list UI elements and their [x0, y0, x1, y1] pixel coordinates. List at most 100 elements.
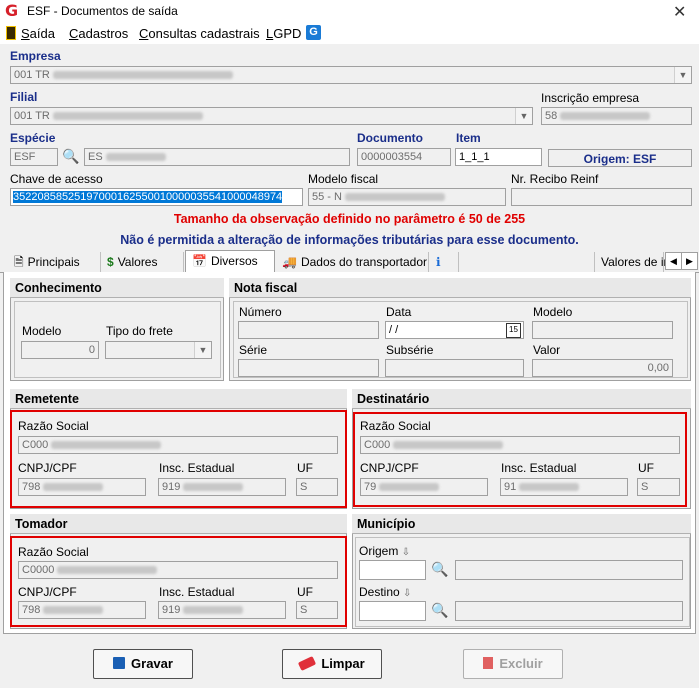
destinatario-uf-label: UF: [638, 461, 654, 475]
modelo-fiscal-label: Modelo fiscal: [308, 172, 379, 186]
trash-icon: [483, 657, 494, 669]
exit-door-icon[interactable]: [6, 26, 16, 40]
tab-dados-transportador[interactable]: 🚚 Dados do transportador: [276, 252, 429, 272]
help-g-icon[interactable]: G: [306, 25, 321, 40]
remetente-cnpj-field: 798: [18, 478, 146, 496]
gravar-button[interactable]: Gravar: [93, 649, 193, 679]
remetente-ie-field: 919: [158, 478, 286, 496]
excluir-button[interactable]: Excluir: [463, 649, 563, 679]
nf-numero-label: Número: [239, 305, 282, 319]
remetente-razao-label: Razão Social: [18, 419, 89, 433]
tab-valores[interactable]: $ Valores: [101, 252, 184, 272]
tab-scroll-right-button[interactable]: ▶: [681, 252, 698, 270]
document-icon: 🗎: [14, 255, 24, 269]
key-icon: ⇩: [403, 588, 412, 599]
remetente-uf-label: UF: [297, 461, 313, 475]
item-label: Item: [456, 131, 481, 145]
menu-saida[interactable]: Saída: [21, 26, 55, 41]
truck-icon: 🚚: [282, 255, 297, 269]
conhecimento-modelo-label: Modelo: [22, 324, 62, 338]
remetente-cnpj-label: CNPJ/CPF: [18, 461, 77, 475]
tipo-frete-combo[interactable]: ▼: [105, 341, 212, 359]
municipio-destino-code-field[interactable]: [359, 601, 426, 621]
app-logo: G: [5, 1, 19, 20]
menu-consultas-cadastrais[interactable]: Consultas cadastrais: [139, 26, 260, 41]
especie-desc-field: ES: [84, 148, 350, 166]
tomador-razao-label: Razão Social: [18, 545, 89, 559]
chevron-down-icon[interactable]: ▼: [674, 67, 691, 83]
documento-label: Documento: [357, 131, 423, 145]
money-icon: $: [107, 255, 114, 269]
destinatario-cnpj-field: 79: [360, 478, 488, 496]
key-icon: ⇩: [401, 547, 411, 558]
conhecimento-modelo-field: 0: [21, 341, 99, 359]
destinatario-ie-label: Insc. Estadual: [501, 461, 577, 475]
item-field[interactable]: 1_1_1: [455, 148, 542, 166]
tomador-ie-field: 919: [158, 601, 286, 619]
save-icon: [113, 657, 126, 669]
recibo-field: [511, 188, 692, 206]
limpar-button[interactable]: Limpar: [282, 649, 382, 679]
destinatario-cnpj-label: CNPJ/CPF: [360, 461, 419, 475]
calendar-icon[interactable]: 15: [506, 323, 521, 338]
modelo-fiscal-field: 55 - N: [308, 188, 506, 206]
close-icon[interactable]: ✕: [673, 2, 686, 22]
tomador-razao-field: C0000: [18, 561, 338, 579]
tab-diversos[interactable]: 📅 Diversos: [185, 250, 275, 274]
chevron-down-icon[interactable]: ▼: [515, 108, 532, 124]
tomador-ie-label: Insc. Estadual: [159, 585, 235, 599]
municipio-destino-name-field: [455, 601, 683, 621]
chevron-down-icon[interactable]: ▼: [194, 342, 211, 358]
chave-label: Chave de acesso: [10, 172, 103, 186]
nf-valor-field: 0,00: [532, 359, 673, 377]
tab-principais[interactable]: 🗎 Principais: [8, 252, 101, 272]
tomador-cnpj-field: 798: [18, 601, 146, 619]
recibo-label: Nr. Recibo Reinf: [511, 172, 599, 186]
remetente-title: Remetente: [10, 389, 347, 409]
tomador-uf-field: S: [296, 601, 338, 619]
destinatario-razao-field: C000: [360, 436, 680, 454]
search-icon[interactable]: 🔍: [62, 148, 79, 165]
destinatario-uf-field: S: [637, 478, 680, 496]
inscricao-label: Inscrição empresa: [541, 91, 640, 105]
nf-modelo-field: [532, 321, 673, 339]
nf-serie-label: Série: [239, 343, 268, 357]
especie-label: Espécie: [10, 131, 56, 145]
menu-cadastros[interactable]: Cadastros: [69, 26, 128, 41]
filial-combo[interactable]: 001 TR ▼: [10, 107, 533, 125]
nf-serie-field: [238, 359, 379, 377]
info-icon: ℹ: [436, 255, 441, 269]
conhecimento-title: Conhecimento: [10, 278, 224, 298]
tributary-warning: Não é permitida a alteração de informaçõ…: [120, 233, 579, 247]
destinatario-razao-label: Razão Social: [360, 419, 431, 433]
nf-data-field[interactable]: / / 15: [385, 321, 524, 339]
municipio-origem-name-field: [455, 560, 683, 580]
empresa-combo[interactable]: 001 TR ▼: [10, 66, 692, 84]
municipio-destino-label: Destino ⇩: [359, 585, 412, 599]
nf-numero-field: [238, 321, 379, 339]
nf-subserie-field: [385, 359, 524, 377]
municipio-origem-code-field[interactable]: [359, 560, 426, 580]
tab-scroll-left-button[interactable]: ◀: [665, 252, 682, 270]
observation-warning: Tamanho da observação definido no parâme…: [173, 212, 526, 226]
tab-valores-de-ir[interactable]: Valores de ir: [594, 252, 667, 272]
filial-label: Filial: [10, 90, 38, 104]
nota-fiscal-title: Nota fiscal: [229, 278, 691, 298]
nf-valor-label: Valor: [533, 343, 561, 357]
tomador-title: Tomador: [10, 514, 347, 534]
nf-data-label: Data: [386, 305, 412, 319]
empresa-label: Empresa: [10, 49, 61, 63]
search-icon[interactable]: 🔍: [431, 561, 448, 578]
destinatario-ie-field: 91: [500, 478, 628, 496]
search-icon[interactable]: 🔍: [431, 602, 448, 619]
chave-field[interactable]: 3522085852519700016255001000003554100004…: [10, 188, 303, 206]
menu-lgpd[interactable]: LGPD: [266, 26, 301, 41]
destinatario-title: Destinatário: [352, 389, 691, 409]
especie-code-field[interactable]: ESF: [10, 148, 58, 166]
tomador-cnpj-label: CNPJ/CPF: [18, 585, 77, 599]
nf-subserie-label: Subsérie: [386, 343, 434, 357]
calendar-icon: 📅: [192, 254, 207, 268]
tipo-frete-label: Tipo do frete: [106, 324, 173, 338]
tab-info[interactable]: ℹ: [430, 252, 459, 272]
remetente-uf-field: S: [296, 478, 338, 496]
